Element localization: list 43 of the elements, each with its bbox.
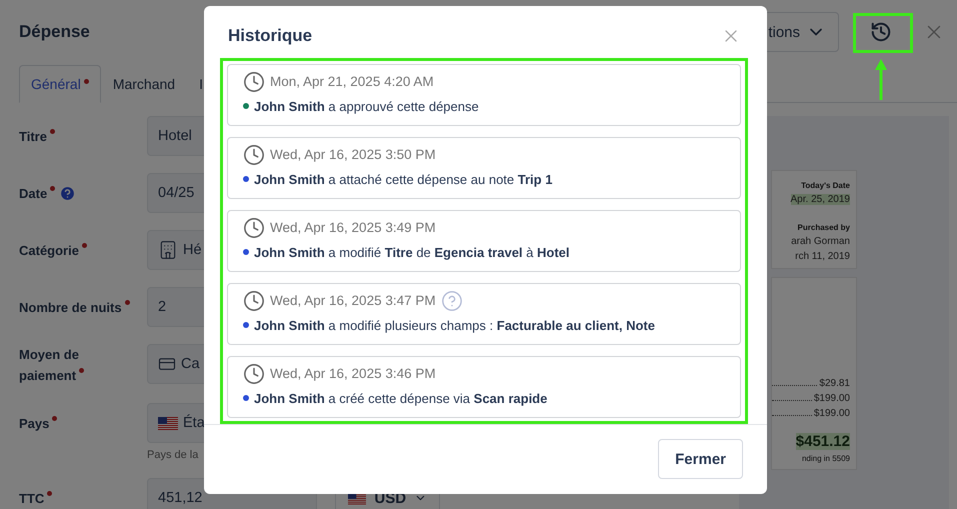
field-label: Pays <box>19 412 58 434</box>
clock-icon <box>243 290 265 312</box>
hotel-icon <box>158 240 178 260</box>
entry-time: Wed, Apr 16, 2025 3:50 PM <box>270 147 436 162</box>
receipt-text: $199.00 <box>814 408 850 419</box>
receipt-text: $29.81 <box>819 378 850 389</box>
field-label: Moyen de paiement <box>19 344 137 386</box>
field-label: Titre <box>19 126 55 146</box>
page-title: Dépense <box>19 22 90 42</box>
entry-text: John Smith a attaché cette dépense au note Trip 1 <box>254 172 552 187</box>
clock-icon <box>243 70 265 93</box>
field-label: Nombre de nuits <box>19 296 130 318</box>
receipt-text: Purchased by <box>798 223 850 232</box>
entry-time: Wed, Apr 16, 2025 3:46 PM <box>270 366 436 382</box>
receipt-text: nding in 5509 <box>802 454 850 463</box>
entry-text: John Smith a créé cette dépense via Scan rapide <box>254 390 548 406</box>
entry-text: John Smith a approuvé cette dépense <box>254 98 479 114</box>
entry-time: Mon, Apr 21, 2025 4:20 AM <box>270 74 434 90</box>
receipt-text: rch 11, 2019 <box>795 251 850 262</box>
history-icon <box>870 21 892 43</box>
field-label: Catégorie <box>19 240 87 260</box>
receipt-total: $451.12 <box>796 433 850 450</box>
field-label: Date <box>19 182 56 204</box>
receipt-text: Today's Date <box>801 181 850 190</box>
receipt-text: Apr. 25, 2019 <box>790 194 850 205</box>
flag-icon <box>158 416 178 430</box>
tab[interactable]: Général <box>19 65 101 103</box>
up-arrow <box>874 58 888 101</box>
credit-card-icon <box>158 355 176 373</box>
receipt-text: $199.00 <box>814 393 850 404</box>
entry-time: Wed, Apr 16, 2025 3:47 PM <box>270 293 436 308</box>
receipt-text: arah Gorman <box>791 236 850 247</box>
highlight-frame <box>853 13 913 53</box>
field-hint: Pays de la <box>147 449 200 461</box>
entry-text: John Smith a modifié Titre de Egencia travel à Hotel <box>254 244 570 260</box>
clock-icon <box>243 362 265 385</box>
dialog-title: Historique <box>228 26 312 46</box>
clock-icon <box>243 144 265 166</box>
clock-icon <box>243 216 265 239</box>
entry-time: Wed, Apr 16, 2025 3:49 PM <box>270 220 436 236</box>
help-icon[interactable] <box>440 290 463 312</box>
close-button[interactable]: Fermer <box>658 439 743 480</box>
entry-text: John Smith a modifié plusieurs champs : Facturable au client, Note <box>254 318 655 333</box>
